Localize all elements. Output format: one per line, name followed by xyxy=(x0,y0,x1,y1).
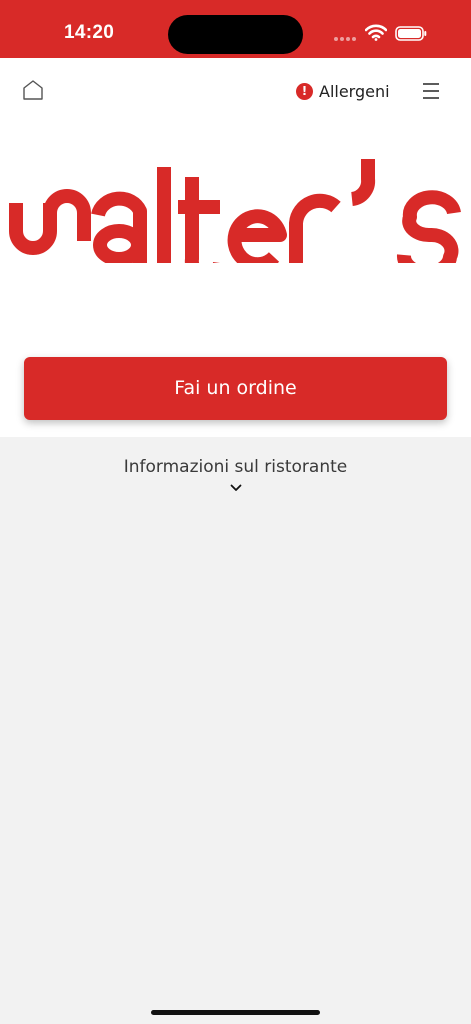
dynamic-island xyxy=(168,15,303,54)
place-order-button[interactable]: Fai un ordine xyxy=(24,357,447,420)
hamburger-menu-icon[interactable] xyxy=(421,82,441,100)
app-screen: 14:20 ! Allergeni Fai un ordine Informaz… xyxy=(0,0,471,1024)
cellular-signal-icon xyxy=(334,37,358,42)
top-nav-bar: ! Allergeni xyxy=(0,58,471,125)
walters-logo xyxy=(9,159,461,263)
status-time: 14:20 xyxy=(64,22,115,43)
allergens-link[interactable]: ! Allergeni xyxy=(296,80,390,102)
exclamation-circle-icon: ! xyxy=(296,82,313,100)
allergens-label: Allergeni xyxy=(319,81,390,101)
status-bar: 14:20 xyxy=(0,0,471,58)
wifi-icon xyxy=(365,24,387,41)
chevron-down-icon xyxy=(230,484,241,491)
home-icon[interactable] xyxy=(22,79,44,101)
battery-icon xyxy=(395,26,427,41)
restaurant-info-toggle[interactable]: Informazioni sul ristorante xyxy=(0,452,471,504)
home-indicator[interactable] xyxy=(151,1010,320,1015)
restaurant-info-title: Informazioni sul ristorante xyxy=(123,457,348,477)
